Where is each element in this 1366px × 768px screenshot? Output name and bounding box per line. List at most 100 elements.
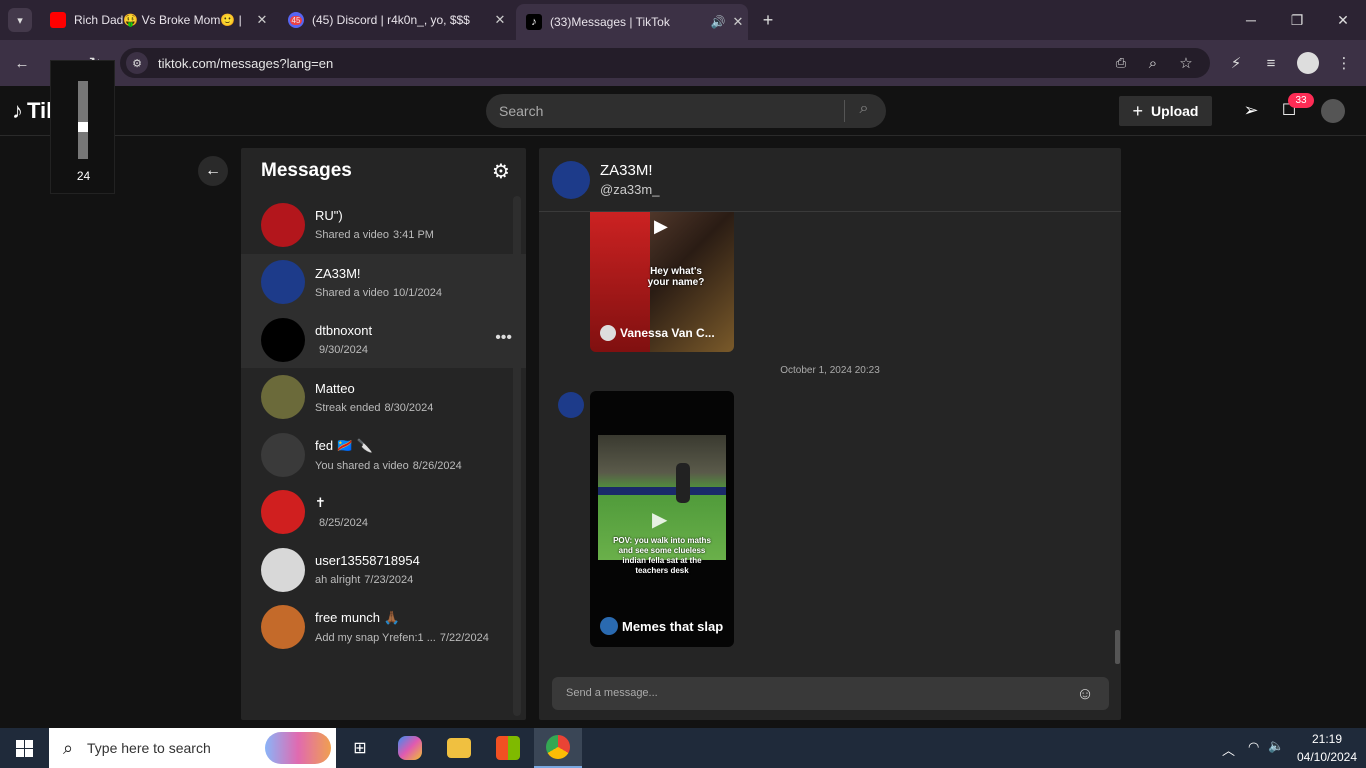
copilot-button[interactable]	[386, 728, 434, 768]
shared-video-card[interactable]: ▶ POV: you walk into maths and see some …	[590, 391, 734, 647]
tab-youtube[interactable]: Rich Dad🤑 Vs Broke Mom🙂 | ✕	[40, 6, 272, 34]
contact-name[interactable]: ZA33M!	[600, 162, 653, 179]
back-arrow-icon[interactable]: ←	[9, 51, 35, 75]
site-info-icon[interactable]: ⚙	[126, 52, 148, 74]
back-button[interactable]: ←	[198, 156, 228, 186]
back-arrow-icon: ←	[205, 162, 221, 179]
close-icon[interactable]: ✕	[252, 12, 272, 28]
task-view-icon: ⊞	[353, 740, 367, 757]
video-caption: POV: you walk into maths and see some cl…	[613, 536, 711, 575]
stadium-boards	[598, 487, 726, 495]
chat-scrollbar[interactable]	[1115, 630, 1120, 664]
more-options-icon[interactable]: •••	[495, 329, 512, 347]
conversation-item[interactable]: free munch 🙏🏾 Add my snap Yrefen:1 ... 7/2…	[241, 599, 526, 656]
tab-title: Rich Dad🤑 Vs Broke Mom🙂 |	[74, 13, 242, 27]
conversation-name: RU")	[315, 208, 343, 223]
conversation-name: ZA33M!	[315, 265, 361, 281]
media-control-icon[interactable]: ≡	[1258, 51, 1284, 75]
install-app-icon[interactable]: ⎙	[1108, 51, 1134, 75]
conversation-name: dtbnoxont	[315, 323, 373, 338]
conversation-item[interactable]: user13558718954 ah alright 7/23/2024	[241, 541, 526, 598]
conversation-avatar[interactable]	[261, 202, 305, 247]
video-person	[676, 463, 690, 503]
volume-icon[interactable]: 🔈	[1268, 738, 1284, 754]
conversation-avatar[interactable]	[261, 605, 305, 649]
start-button[interactable]	[0, 728, 48, 768]
user-avatar[interactable]	[1321, 99, 1345, 123]
extension-icon[interactable]: ⚡	[1223, 51, 1249, 75]
tiktok-icon: ♪	[526, 14, 542, 30]
url-text[interactable]: tiktok.com/messages?lang=en	[158, 56, 333, 71]
conversation-preview: Add my snap Yrefen:1 ... 7/22/2024	[315, 632, 489, 644]
profile-avatar[interactable]	[1297, 52, 1319, 74]
sender-avatar[interactable]	[558, 392, 584, 418]
video-author[interactable]: Vanessa Van C...	[600, 325, 715, 341]
clock-date[interactable]: 04/10/2024	[1294, 750, 1360, 764]
taskbar-search[interactable]: ⌕ Type here to search	[49, 728, 336, 768]
play-icon[interactable]: ▶	[654, 216, 674, 236]
close-window-button[interactable]: ✕	[1320, 0, 1366, 40]
taskbar-search-input[interactable]: Type here to search	[87, 740, 211, 756]
zoom-icon[interactable]: ⌕	[1140, 51, 1166, 75]
tab-discord[interactable]: 45 (45) Discord | r4k0n_, yo, $$$ ✕	[278, 6, 510, 34]
search-input[interactable]: Search	[499, 103, 543, 119]
contact-handle[interactable]: @za33m_	[600, 182, 659, 197]
conversation-item[interactable]: fed 🇨🇩 🔪 You shared a video 8/26/2024	[241, 426, 526, 483]
conversation-avatar[interactable]	[261, 547, 305, 592]
conversation-name: ✝	[315, 495, 326, 510]
close-icon[interactable]: ✕	[728, 14, 748, 30]
volume-overlay: 24	[50, 60, 115, 194]
inbox-badge: 33	[1288, 93, 1314, 108]
shared-video-card[interactable]: ▶ Hey what's your name? Vanessa Van C...	[590, 212, 734, 352]
file-explorer-button[interactable]	[435, 728, 483, 768]
contact-avatar[interactable]	[552, 161, 590, 199]
conversation-avatar[interactable]	[261, 490, 305, 534]
conversation-item[interactable]: RU") Shared a video 3:41 PM	[241, 196, 526, 253]
minimize-button[interactable]: ─	[1228, 0, 1274, 40]
conversation-item[interactable]: ZA33M! Shared a video 10/1/2024	[241, 253, 526, 311]
message-timestamp: October 1, 2024 20:23	[780, 365, 880, 376]
search-highlight-image	[265, 732, 331, 764]
conversation-preview: You shared a video 8/26/2024	[315, 459, 462, 472]
conversation-avatar[interactable]	[261, 317, 305, 362]
volume-level-text: 24	[76, 169, 91, 183]
search-icon[interactable]: ⌕	[853, 100, 875, 122]
messages-send-icon[interactable]: ➢	[1240, 100, 1262, 122]
clock-time[interactable]: 21:19	[1296, 732, 1358, 746]
conversation-avatar[interactable]	[261, 260, 305, 304]
bookmark-star-icon[interactable]: ☆	[1173, 51, 1199, 75]
conversation-item[interactable]: ✝ 8/25/2024	[241, 484, 526, 541]
conversation-avatar[interactable]	[261, 432, 305, 477]
video-author[interactable]: Memes that slap	[600, 617, 723, 635]
task-view-button[interactable]: ⊞	[336, 728, 384, 768]
conversation-preview: ah alright 7/23/2024	[315, 574, 414, 586]
chrome-taskbar-button[interactable]	[534, 728, 582, 768]
play-icon[interactable]: ▶	[652, 507, 672, 531]
network-icon[interactable]: ◠	[1248, 739, 1259, 755]
author-avatar	[600, 325, 616, 341]
discord-icon: 45	[288, 12, 304, 28]
conversation-item[interactable]: Matteo Streak ended 8/30/2024	[241, 369, 526, 426]
conversation-name: free munch 🙏🏾	[315, 610, 400, 625]
show-hidden-icons-chevron-icon[interactable]: ︿	[1222, 740, 1235, 759]
message-input[interactable]: Send a message...	[566, 687, 658, 699]
conversation-name: fed 🇨🇩 🔪	[315, 437, 373, 453]
store-icon	[496, 736, 520, 760]
menu-kebab-icon[interactable]: ⋮	[1331, 51, 1357, 75]
upload-button[interactable]: + Upload	[1119, 96, 1212, 126]
speaker-icon[interactable]: 🔊	[708, 15, 728, 29]
chrome-icon	[546, 735, 570, 759]
conversation-avatar[interactable]	[261, 375, 305, 419]
emoji-icon[interactable]: ☺	[1075, 684, 1095, 704]
store-button[interactable]	[484, 728, 532, 768]
conversation-item[interactable]: dtbnoxont 9/30/2024 •••	[241, 311, 526, 368]
windows-logo-icon	[15, 739, 33, 757]
tab-tiktok[interactable]: ♪ (33)Messages | TikTok 🔊 ✕	[516, 4, 748, 40]
close-icon[interactable]: ✕	[490, 12, 510, 28]
new-tab-button[interactable]: +	[758, 10, 778, 30]
volume-level-bar	[78, 122, 88, 132]
search-bar[interactable]	[486, 94, 886, 128]
settings-gear-icon[interactable]: ⚙	[489, 160, 513, 184]
restore-button[interactable]: ❐	[1274, 0, 1320, 40]
tab-search-button[interactable]: ▾	[8, 8, 32, 32]
